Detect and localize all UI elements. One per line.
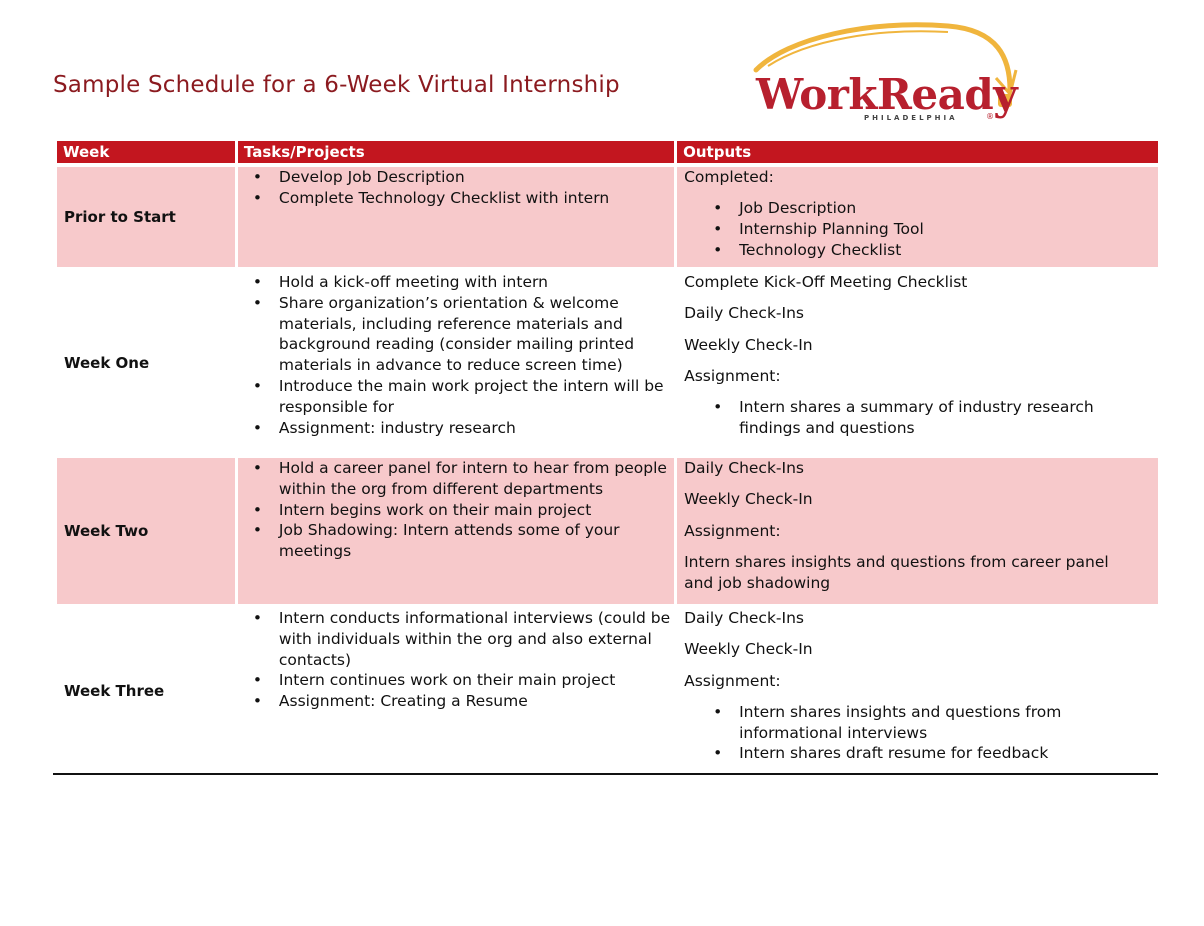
output-item: Intern shares draft resume for feedback	[713, 743, 1158, 764]
output-text: Completed:	[684, 168, 774, 186]
outputs-cell: Complete Kick-Off Meeting Checklist Dail…	[677, 272, 1158, 454]
header-tasks: Tasks/Projects	[237, 141, 675, 163]
logo-subtitle: PHILADELPHIA	[864, 114, 958, 122]
outputs-cell: Completed: Job Description Internship Pl…	[677, 167, 1158, 267]
output-text: Intern shares insights and questions fro…	[684, 552, 1109, 592]
outputs-cell: Daily Check-Ins Weekly Check-In Assignme…	[677, 608, 1158, 774]
schedule-table: Week Tasks/Projects Outputs Prior to Sta…	[53, 141, 1159, 774]
tasks-cell: Develop Job Description Complete Technol…	[237, 167, 675, 267]
task-item: Job Shadowing: Intern attends some of yo…	[253, 520, 674, 562]
registered-mark: ®	[986, 112, 994, 121]
table-row: Prior to Start Develop Job Description C…	[57, 167, 1158, 267]
task-item: Hold a kick-off meeting with intern	[253, 272, 674, 293]
table-bottom-border	[53, 773, 1158, 775]
task-item: Assignment: industry research	[253, 418, 674, 439]
tasks-cell: Hold a career panel for intern to hear f…	[237, 458, 675, 604]
header-outputs: Outputs	[677, 141, 1159, 163]
outputs-cell: Daily Check-Ins Weekly Check-In Assignme…	[677, 458, 1158, 604]
workready-logo: WorkReady PHILADELPHIA ®	[748, 8, 1028, 128]
table-row: Week One Hold a kick-off meeting with in…	[57, 272, 1158, 454]
table-row: Week Three Intern conducts informational…	[57, 608, 1158, 774]
output-item: Internship Planning Tool	[713, 219, 1158, 240]
week-label: Week Two	[57, 458, 235, 604]
output-item: Intern shares a summary of industry rese…	[713, 397, 1158, 439]
task-item: Share organization’s orientation & welco…	[253, 293, 674, 376]
week-label: Prior to Start	[57, 167, 235, 267]
table-row: Week Two Hold a career panel for intern …	[57, 458, 1158, 604]
output-text: Daily Check-Ins	[684, 459, 804, 477]
task-item: Intern begins work on their main project	[253, 500, 674, 521]
task-item: Develop Job Description	[253, 167, 674, 188]
page-title: Sample Schedule for a 6-Week Virtual Int…	[53, 72, 620, 98]
output-item: Job Description	[713, 198, 1158, 219]
output-text: Complete Kick-Off Meeting Checklist	[684, 273, 968, 291]
task-item: Complete Technology Checklist with inter…	[253, 188, 674, 209]
task-item: Assignment: Creating a Resume	[253, 691, 674, 712]
task-item: Introduce the main work project the inte…	[253, 376, 674, 418]
output-text: Assignment:	[684, 671, 781, 690]
output-text: Assignment:	[684, 366, 781, 385]
output-text: Weekly Check-In	[684, 335, 813, 354]
output-text: Weekly Check-In	[684, 490, 813, 509]
output-item: Intern shares insights and questions fro…	[713, 702, 1158, 744]
week-label: Week Three	[64, 681, 165, 700]
table-header-row: Week Tasks/Projects Outputs	[57, 141, 1159, 163]
task-item: Intern conducts informational interviews…	[253, 608, 674, 670]
task-item: Intern continues work on their main proj…	[253, 670, 674, 691]
logo-wordmark: WorkReady	[756, 70, 1018, 119]
output-text: Assignment:	[684, 521, 781, 540]
output-text: Daily Check-Ins	[684, 304, 804, 323]
week-label: Week One	[64, 353, 150, 372]
output-text: Daily Check-Ins	[684, 609, 804, 627]
output-text: Weekly Check-In	[684, 640, 813, 659]
tasks-cell: Intern conducts informational interviews…	[238, 608, 674, 774]
tasks-cell: Hold a kick-off meeting with intern Shar…	[238, 272, 674, 454]
task-item: Hold a career panel for intern to hear f…	[253, 458, 674, 500]
header-week: Week	[57, 141, 235, 163]
output-item: Technology Checklist	[713, 240, 1158, 261]
